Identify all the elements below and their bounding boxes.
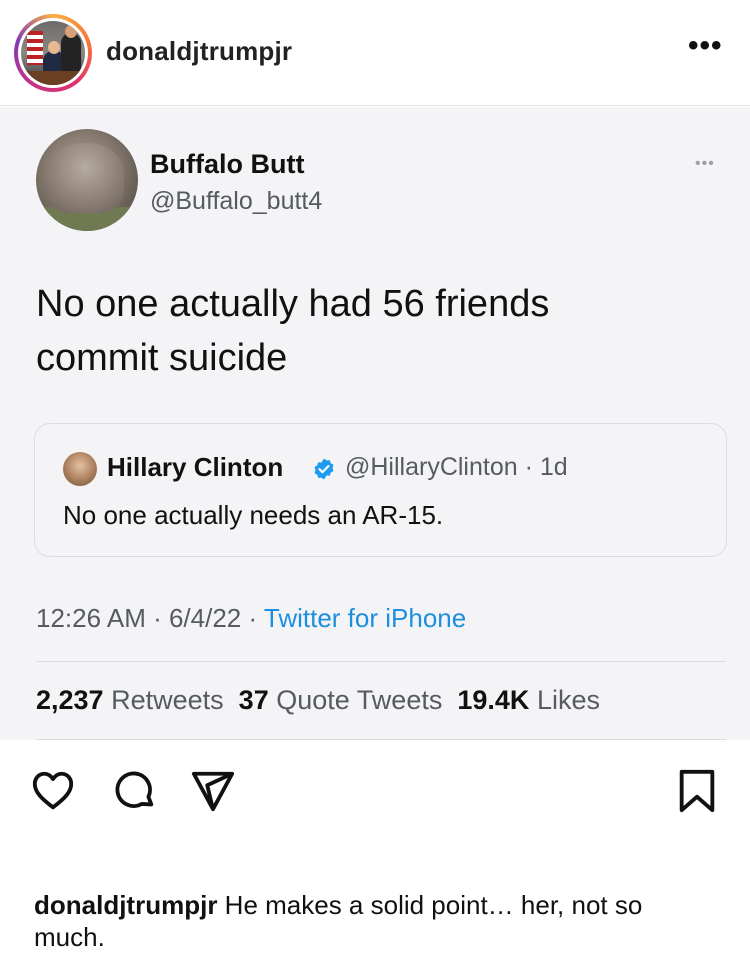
comment-icon[interactable]: [112, 768, 158, 814]
tweet-stats: 2,237 Retweets 37 Quote Tweets 19.4K Lik…: [36, 685, 600, 716]
quoted-tweet: Hillary Clinton @HillaryClinton · 1d No …: [34, 423, 727, 557]
quotes-label: Quote Tweets: [276, 685, 443, 715]
heart-icon[interactable]: [30, 768, 76, 814]
caption-username[interactable]: donaldjtrumpjr: [34, 890, 217, 920]
likes-count: 19.4K: [457, 685, 530, 715]
post-actions: [0, 760, 750, 820]
tweet-text: No one actually had 56 friends commit su…: [36, 283, 550, 379]
tweet-author-name: Buffalo Butt: [150, 149, 305, 179]
profile-avatar[interactable]: [21, 21, 85, 85]
quoted-handle-time: @HillaryClinton · 1d: [345, 453, 568, 481]
tweet-author-avatar: [36, 129, 138, 231]
post-username[interactable]: donaldjtrumpjr: [106, 36, 292, 67]
send-icon[interactable]: [190, 768, 236, 814]
post-caption: donaldjtrumpjr He makes a solid point… h…: [34, 889, 714, 953]
quoted-tweet-text: No one actually needs an AR-15.: [63, 500, 444, 530]
retweets-count: 2,237: [36, 685, 104, 715]
tweet-source: Twitter for iPhone: [263, 603, 467, 633]
quotes-count: 37: [238, 685, 269, 715]
profile-avatar-story-ring[interactable]: [14, 14, 92, 92]
post-header: donaldjtrumpjr •••: [0, 0, 750, 106]
tweet-author-handle: @Buffalo_butt4: [150, 187, 323, 215]
verified-badge-icon: [314, 458, 334, 480]
tweet-timestamp: 12:26 AM · 6/4/22 · Twitter for iPhone: [36, 603, 466, 634]
ellipsis-icon[interactable]: •••: [688, 31, 723, 61]
divider: [36, 661, 726, 662]
likes-label: Likes: [536, 685, 600, 715]
quoted-author-name: Hillary Clinton: [107, 452, 284, 482]
retweets-label: Retweets: [111, 685, 224, 715]
bookmark-icon[interactable]: [674, 768, 720, 814]
tweet-time-date: 12:26 AM · 6/4/22 ·: [36, 603, 264, 633]
quoted-author-avatar: [63, 452, 97, 486]
post-image-tweet: Buffalo Butt @Buffalo_butt4 ••• No one a…: [0, 107, 750, 740]
tweet-more-icon: •••: [695, 155, 715, 172]
divider: [36, 739, 726, 740]
